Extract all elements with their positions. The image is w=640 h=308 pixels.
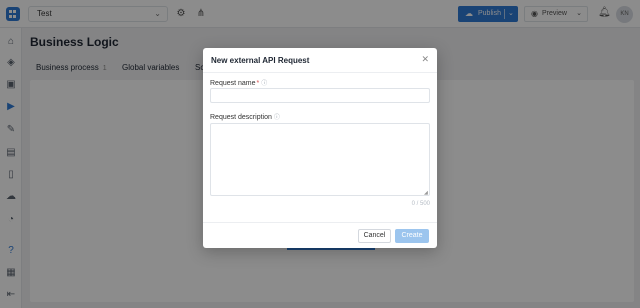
request-name-label-text: Request name bbox=[210, 80, 256, 87]
modal-footer-divider bbox=[203, 222, 437, 223]
close-icon[interactable]: ✕ bbox=[421, 54, 429, 65]
cancel-button[interactable]: Cancel bbox=[358, 229, 391, 243]
info-icon[interactable]: ⓘ bbox=[274, 115, 280, 121]
resize-handle-icon[interactable]: ◢ bbox=[424, 190, 428, 196]
request-name-input[interactable] bbox=[210, 88, 430, 103]
new-api-request-modal: New external API Request ✕ Request name*… bbox=[203, 48, 437, 248]
request-name-label: Request name* ⓘ bbox=[210, 78, 267, 87]
create-button[interactable]: Create bbox=[395, 229, 429, 243]
info-icon[interactable]: ⓘ bbox=[261, 81, 267, 87]
required-mark: * bbox=[256, 80, 260, 87]
character-counter: 0 / 500 bbox=[411, 201, 430, 207]
request-description-textarea[interactable] bbox=[210, 123, 430, 196]
request-description-label: Request description ⓘ bbox=[210, 112, 280, 121]
modal-title: New external API Request bbox=[211, 56, 310, 65]
request-description-label-text: Request description bbox=[210, 114, 272, 121]
modal-divider bbox=[203, 72, 437, 73]
